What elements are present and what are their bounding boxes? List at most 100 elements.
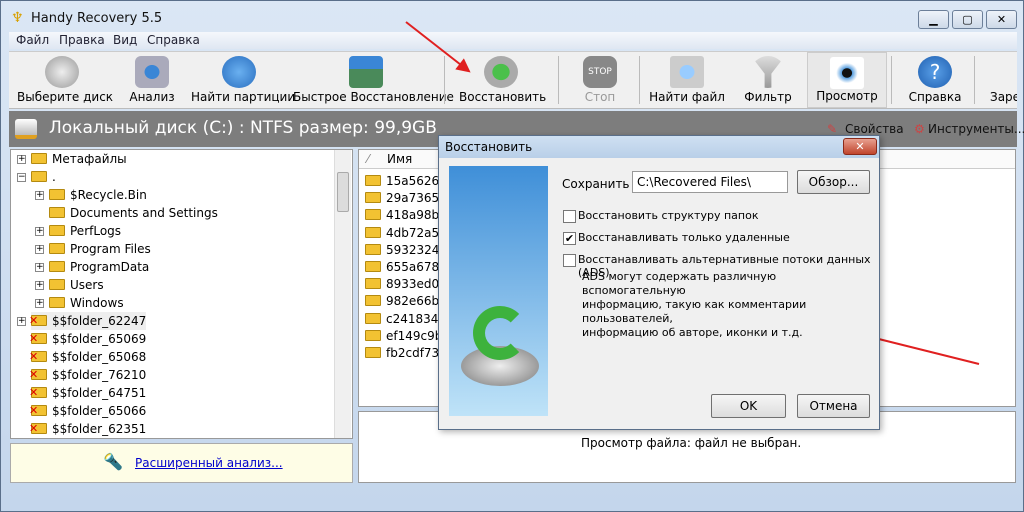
funnel-icon (751, 56, 785, 88)
sort-icon: ⁄ (367, 152, 370, 166)
minimize-button[interactable]: ▁ (918, 10, 949, 29)
partition-search-icon (222, 56, 256, 88)
info-panel: 🔦 Расширенный анализ... (10, 443, 353, 483)
deleted-folder-icon (29, 348, 47, 366)
disk-icon (15, 119, 37, 139)
expand-toggle[interactable]: + (35, 299, 44, 308)
menu-file[interactable]: Файл (16, 33, 49, 47)
folder-icon (49, 261, 65, 272)
tree-item[interactable]: Метафайлы (31, 150, 127, 168)
menu-view[interactable]: Вид (113, 33, 137, 47)
tree-item-deleted[interactable]: $$folder_76210 (29, 366, 146, 384)
tree-item[interactable]: PerfLogs (49, 222, 121, 240)
folder-icon (365, 261, 381, 272)
disk-title: Локальный диск (C:) : NTFS размер: 99,9G… (49, 118, 437, 138)
ads-note-line: ADS могут содержать различную вспомогате… (582, 270, 777, 297)
folder-icon (365, 329, 381, 341)
recover-button[interactable]: Восстановить (459, 52, 546, 108)
folder-icon (49, 243, 65, 254)
preview-button[interactable]: Просмотр (807, 52, 887, 108)
folder-icon (365, 209, 381, 221)
deleted-folder-icon (29, 384, 47, 402)
toolbar-separator (891, 56, 892, 104)
tools-link[interactable]: Инструменты... (928, 122, 1024, 136)
advanced-analysis-link[interactable]: Расширенный анализ... (135, 456, 283, 470)
maximize-button[interactable]: ▢ (952, 10, 983, 29)
tree-item[interactable]: ProgramData (49, 258, 149, 276)
tree-item-deleted[interactable]: $$folder_62351 (29, 420, 146, 438)
drive-play-icon (135, 56, 169, 88)
tree-item[interactable]: Program Files (49, 240, 151, 258)
board-play-icon (349, 56, 383, 88)
find-file-button[interactable]: Найти файл (649, 52, 725, 108)
tree-item[interactable]: Windows (49, 294, 124, 312)
tree-item-deleted[interactable]: $$folder_64751 (29, 384, 146, 402)
app-logo-icon: ♆ (11, 10, 24, 26)
tree-scrollbar[interactable] (334, 150, 351, 438)
folder-icon (365, 295, 381, 307)
scroll-thumb[interactable] (337, 172, 349, 212)
properties-link[interactable]: Свойства (845, 122, 904, 136)
help-button[interactable]: ? Справка (901, 52, 969, 108)
properties-icon: ✎ (827, 122, 838, 136)
browse-button[interactable]: Обзор... (797, 170, 870, 194)
close-button[interactable]: ✕ (986, 10, 1017, 29)
column-name[interactable]: Имя (387, 152, 412, 166)
expand-toggle[interactable]: + (35, 263, 44, 272)
recover-dialog: Восстановить ✕ Сохранить в: Обзор... Вос… (438, 135, 880, 430)
tree-item-deleted[interactable]: $$folder_65066 (29, 402, 146, 420)
recover-illustration (449, 166, 548, 416)
toolbar-separator (639, 56, 640, 104)
dialog-title: Восстановить (445, 140, 533, 154)
tree-item[interactable]: $Recycle.Bin (49, 186, 147, 204)
ads-note: ADS могут содержать различную вспомогате… (582, 270, 879, 340)
preview-text: Просмотр файла: файл не выбран. (581, 436, 802, 450)
register-button[interactable]: Заре (984, 52, 1017, 108)
tools-icon: ⚙ (914, 122, 925, 136)
tree-item[interactable]: Users (49, 276, 104, 294)
quick-recovery-button[interactable]: Быстрое Восстановление (293, 52, 454, 108)
menu-edit[interactable]: Правка (59, 33, 105, 47)
menu-bar: Файл Правка Вид Справка (9, 32, 1017, 49)
find-file-icon (670, 56, 704, 88)
expand-toggle[interactable]: + (17, 155, 26, 164)
find-partitions-button[interactable]: Найти партиции (191, 52, 295, 108)
deleted-folder-icon (29, 312, 47, 330)
tree-item-deleted[interactable]: $$folder_65068 (29, 348, 146, 366)
filter-button[interactable]: Фильтр (739, 52, 797, 108)
analyze-button[interactable]: Анализ (124, 52, 180, 108)
tree-item[interactable]: . (31, 168, 56, 186)
option-label[interactable]: Восстановить структуру папок (578, 209, 758, 222)
stop-button[interactable]: STOP Стоп (577, 52, 623, 108)
ok-button[interactable]: OK (711, 394, 786, 418)
main-window: ♆ Handy Recovery 5.5 ▁ ▢ ✕ Файл Правка В… (0, 0, 1024, 512)
expand-toggle[interactable]: + (35, 281, 44, 290)
tree-item-deleted[interactable]: $$folder_62247 (29, 312, 147, 330)
cancel-button[interactable]: Отмена (797, 394, 870, 418)
option-checkbox[interactable] (563, 254, 576, 267)
folder-icon (365, 243, 381, 255)
window-title: Handy Recovery 5.5 (31, 11, 163, 26)
expand-toggle[interactable]: + (35, 227, 44, 236)
flashlight-icon: 🔦 (103, 452, 123, 471)
expand-toggle[interactable]: + (35, 191, 44, 200)
save-path-input[interactable] (632, 171, 788, 193)
dialog-titlebar: Восстановить ✕ (439, 136, 879, 158)
option-checkbox[interactable]: ✔ (563, 232, 576, 245)
dialog-close-button[interactable]: ✕ (843, 138, 877, 155)
select-disk-button[interactable]: Выберите диск (17, 52, 113, 108)
folder-icon (49, 279, 65, 290)
collapse-toggle[interactable]: − (17, 173, 26, 182)
expand-toggle[interactable]: + (17, 317, 26, 326)
option-label[interactable]: Восстанавливать только удаленные (578, 231, 790, 244)
question-icon: ? (918, 56, 952, 88)
option-checkbox[interactable] (563, 210, 576, 223)
ads-note-line: информацию, такую как комментарии пользо… (582, 298, 807, 325)
tree-item-deleted[interactable]: $$folder_65069 (29, 330, 146, 348)
menu-help[interactable]: Справка (147, 33, 200, 47)
expand-toggle[interactable]: + (35, 245, 44, 254)
toolbar-separator (974, 56, 975, 104)
tree-item[interactable]: Documents and Settings (49, 204, 218, 222)
eye-window-icon (830, 57, 864, 89)
folder-icon (365, 175, 381, 186)
